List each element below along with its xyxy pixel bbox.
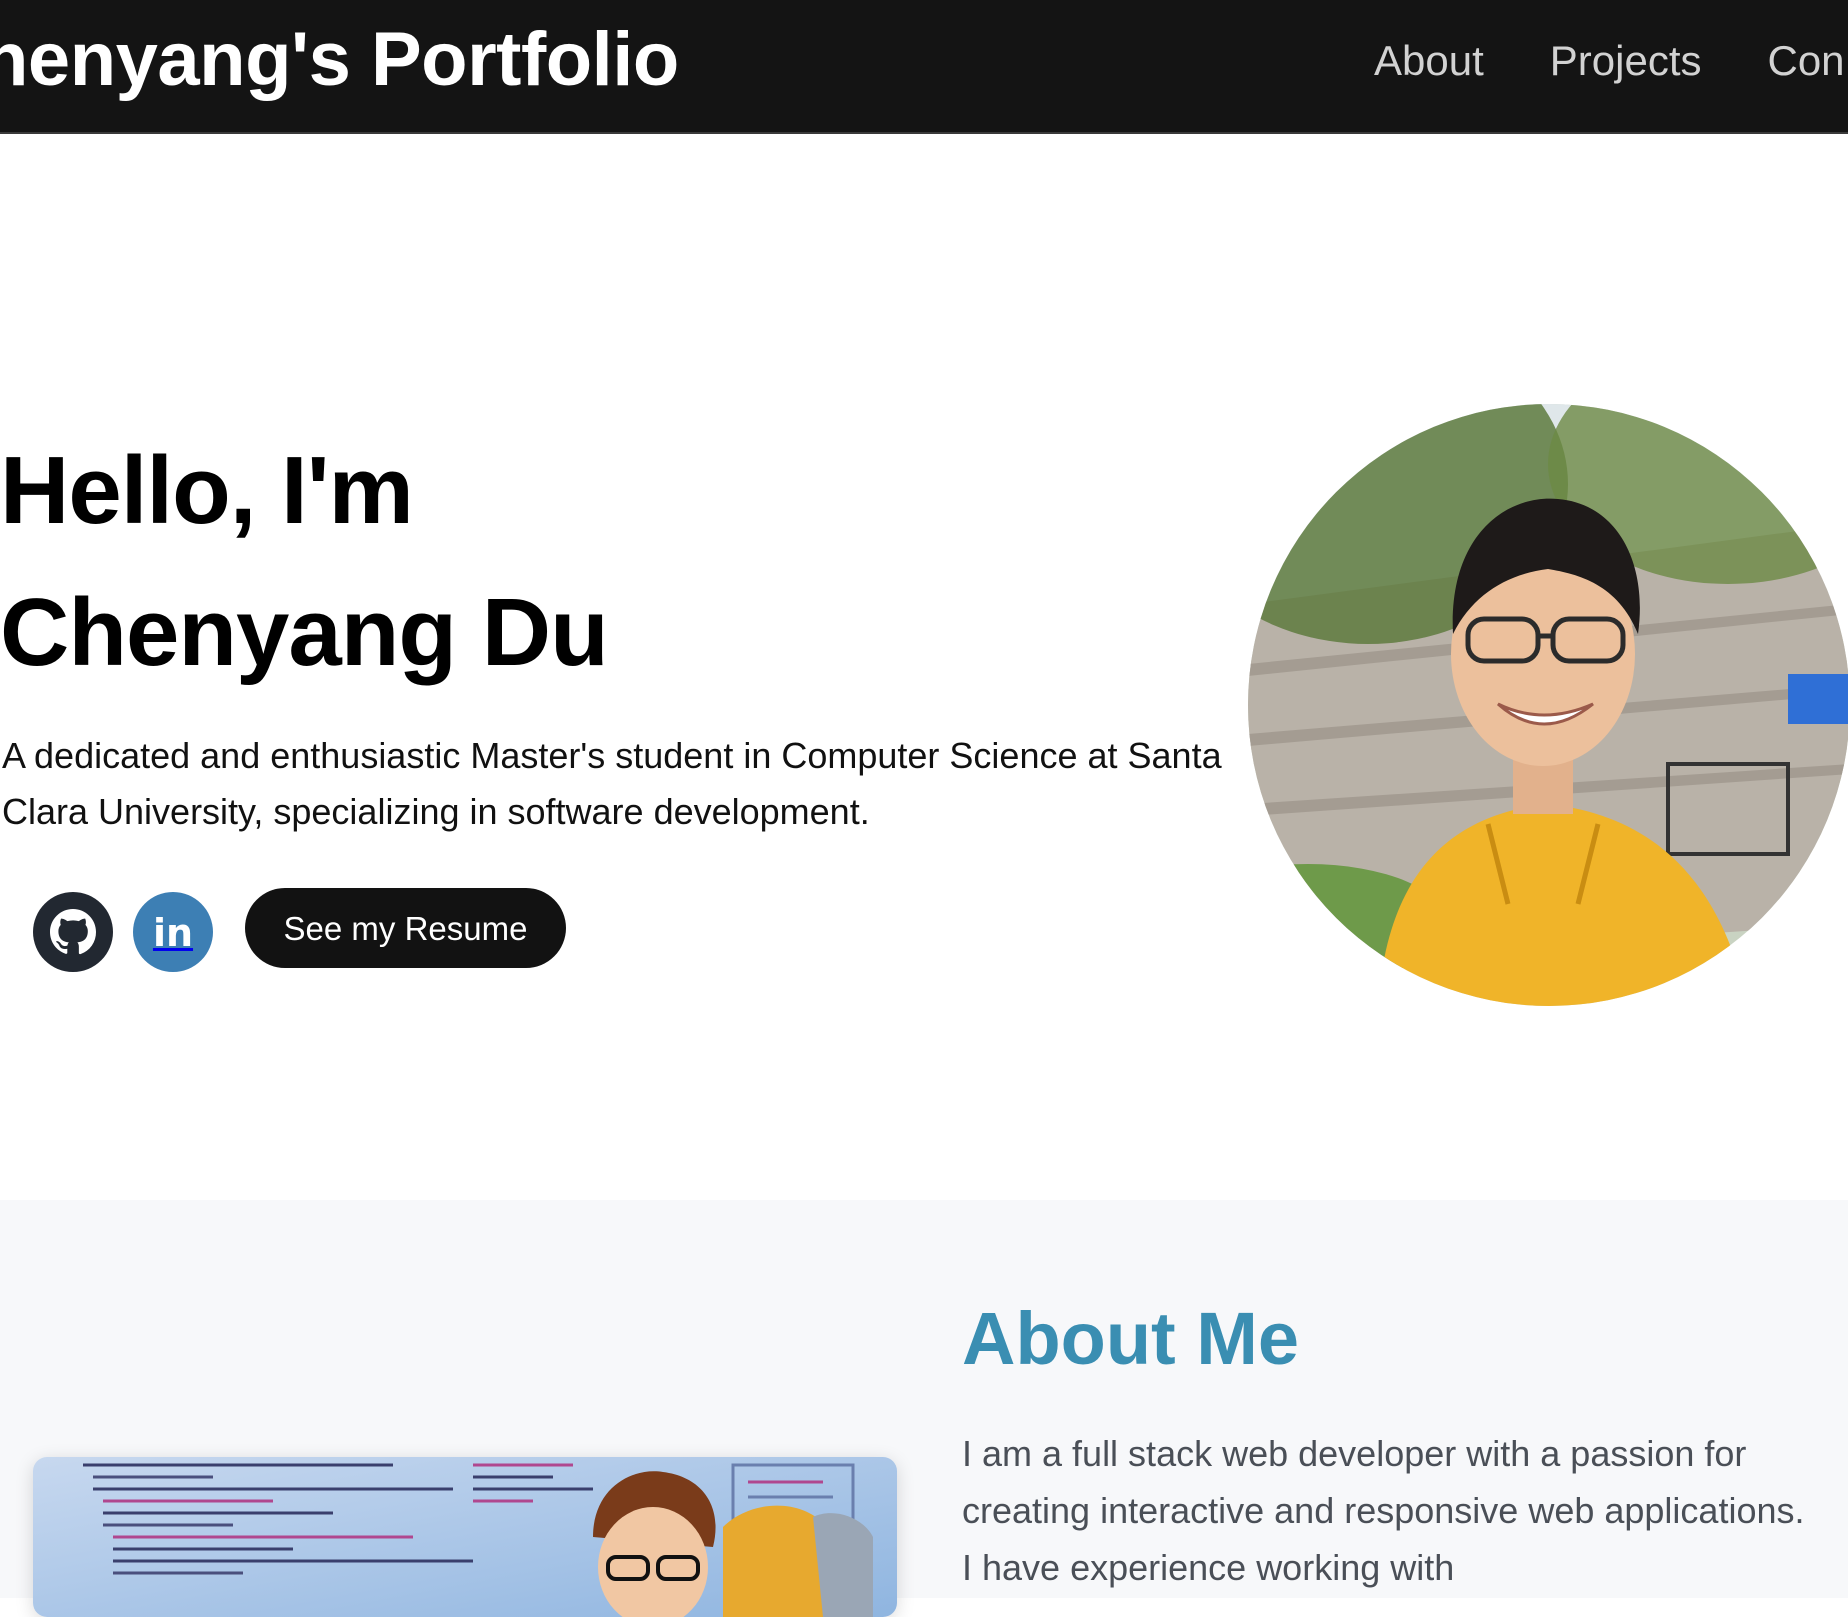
developer-illustration xyxy=(33,1457,897,1617)
profile-photo xyxy=(1248,404,1848,1006)
hero-greeting: Hello, I'm xyxy=(0,437,414,544)
github-link[interactable] xyxy=(33,892,113,972)
about-title: About Me xyxy=(962,1297,1300,1380)
nav-link-projects[interactable]: Projects xyxy=(1550,34,1702,88)
about-text: I am a full stack web developer with a p… xyxy=(962,1433,1805,1588)
site-brand[interactable]: henyang's Portfolio xyxy=(0,18,679,102)
linkedin-icon: in xyxy=(152,911,194,955)
github-icon xyxy=(50,909,97,955)
top-navbar: henyang's Portfolio About Projects Con xyxy=(0,0,1848,134)
see-resume-button[interactable]: See my Resume xyxy=(245,888,566,968)
hero-heading: Hello, I'm Chenyang Du xyxy=(0,420,609,704)
linkedin-link[interactable]: in xyxy=(133,892,213,972)
hero-name: Chenyang Du xyxy=(0,579,609,686)
nav-link-about[interactable]: About xyxy=(1374,34,1484,88)
main-nav: About Projects Con xyxy=(1374,34,1845,88)
nav-link-contact[interactable]: Con xyxy=(1767,34,1844,88)
hero-description: A dedicated and enthusiastic Master's st… xyxy=(2,735,1222,832)
